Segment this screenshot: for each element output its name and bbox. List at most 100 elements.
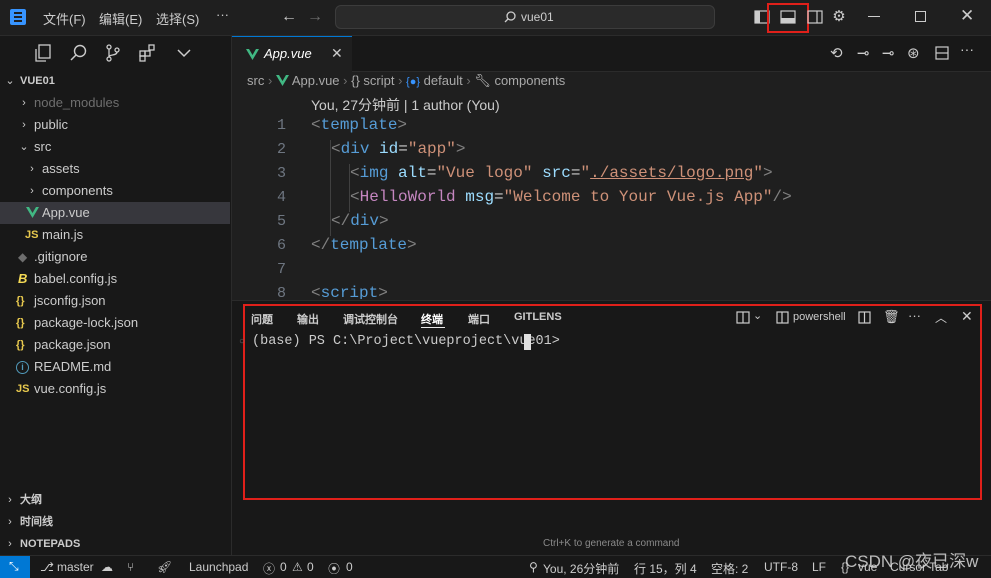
tree-item-gitignore[interactable]: ◆ .gitignore bbox=[0, 246, 230, 268]
remote-indicator[interactable]: ⤡ bbox=[0, 556, 30, 578]
menu-file[interactable]: 文件(F) bbox=[43, 9, 86, 28]
explorer-root-vue01[interactable]: ⌄ VUE01 bbox=[0, 70, 230, 92]
section-timeline[interactable]: › 时间线 bbox=[0, 511, 230, 533]
tree-item-jsconfig[interactable]: {} jsconfig.json bbox=[0, 290, 230, 312]
forward-arrow-icon[interactable]: → bbox=[307, 8, 323, 26]
code-line-6[interactable]: </template> bbox=[311, 236, 417, 254]
breadcrumb-default[interactable]: default bbox=[424, 73, 463, 88]
terminal-shell-name[interactable]: powershell bbox=[793, 311, 846, 323]
git-graph-icon[interactable]: ⊛ bbox=[907, 44, 920, 62]
back-arrow-icon[interactable]: ← bbox=[281, 8, 297, 26]
panel-tab-problems[interactable]: 问题 bbox=[251, 311, 273, 327]
chevron-down-icon[interactable] bbox=[176, 47, 192, 59]
code-line-4[interactable]: <HelloWorld msg="Welcome to Your Vue.js … bbox=[350, 188, 792, 206]
panel-tab-ports[interactable]: 端口 bbox=[468, 311, 490, 327]
search-view-icon[interactable] bbox=[70, 44, 88, 62]
maximize-panel-icon[interactable]: ︿ bbox=[935, 309, 947, 326]
more-actions-icon[interactable]: ··· bbox=[960, 41, 974, 57]
close-tab-icon[interactable]: ✕ bbox=[331, 45, 343, 62]
trash-icon[interactable]: 🗑︎ bbox=[883, 309, 900, 325]
settings-gear-icon[interactable]: ⚙ bbox=[830, 8, 848, 26]
code-line-5[interactable]: </div> bbox=[331, 212, 389, 230]
tree-root-label: VUE01 bbox=[20, 75, 55, 87]
tree-item-readme[interactable]: i README.md bbox=[0, 356, 230, 378]
launchpad-item[interactable]: Launchpad bbox=[189, 560, 248, 574]
chevron-right-icon: › bbox=[8, 538, 12, 550]
close-panel-icon[interactable]: ✕ bbox=[961, 308, 973, 325]
chevron-down-icon: ⌄ bbox=[19, 141, 29, 153]
warning-count[interactable]: 0 bbox=[307, 560, 314, 574]
error-count[interactable]: 0 bbox=[280, 560, 287, 574]
menu-more[interactable]: ··· bbox=[216, 7, 229, 22]
section-outline[interactable]: › 大纲 bbox=[0, 489, 230, 511]
tree-item-public[interactable]: › public bbox=[0, 114, 230, 136]
codelens-blame[interactable]: You, 27分钟前 | 1 author (You) bbox=[311, 95, 500, 115]
tree-item-assets[interactable]: › assets bbox=[0, 158, 230, 180]
breadcrumb-script[interactable]: {} script bbox=[351, 73, 394, 88]
sync-cloud-icon[interactable]: ☁ bbox=[101, 560, 113, 574]
line-number: 2 bbox=[276, 141, 286, 158]
line-blame[interactable]: You, 26分钟前 bbox=[543, 560, 619, 577]
toggle-secondary-sidebar-icon[interactable] bbox=[807, 9, 823, 25]
panel-tab-gitlens[interactable]: GITLENS bbox=[514, 311, 562, 323]
menu-selection[interactable]: 选择(S) bbox=[156, 9, 199, 28]
chevron-down-icon[interactable]: ⌄ bbox=[753, 309, 762, 322]
next-change-icon[interactable]: ⊸ bbox=[882, 44, 895, 62]
maximize-icon[interactable] bbox=[915, 11, 926, 22]
tree-item-babel-config[interactable]: B babel.config.js bbox=[0, 268, 230, 290]
tree-item-vue-config[interactable]: JS vue.config.js bbox=[0, 378, 230, 400]
tree-item-src[interactable]: ⌄ src bbox=[0, 136, 230, 158]
panel-tab-output[interactable]: 输出 bbox=[297, 311, 319, 327]
tree-item-components[interactable]: › components bbox=[0, 180, 230, 202]
tree-item-label: package.json bbox=[34, 337, 111, 352]
source-control-graph-icon[interactable]: ⑂ bbox=[127, 560, 134, 574]
search-icon bbox=[504, 11, 516, 23]
split-editor-icon[interactable] bbox=[935, 46, 949, 60]
git-commit-icon[interactable]: ⊸ bbox=[857, 44, 870, 62]
section-label: 大纲 bbox=[20, 494, 42, 506]
remote-icon: ⤡ bbox=[9, 559, 19, 573]
split-terminal-icon[interactable] bbox=[736, 311, 750, 324]
chevron-right-icon: › bbox=[267, 73, 276, 88]
person-icon: ⚲ bbox=[529, 560, 538, 574]
breadcrumb-src[interactable]: src bbox=[247, 73, 264, 88]
breadcrumb-file[interactable]: App.vue bbox=[292, 73, 340, 88]
code-line-1[interactable]: <template> bbox=[311, 116, 407, 134]
tree-item-app-vue[interactable]: App.vue bbox=[0, 202, 230, 224]
breadcrumb-components[interactable]: components bbox=[494, 73, 565, 88]
section-notepads[interactable]: › NOTEPADS bbox=[0, 533, 230, 555]
app-logo-icon bbox=[10, 9, 26, 25]
more-actions-icon[interactable]: ··· bbox=[908, 308, 921, 323]
extensions-icon[interactable] bbox=[139, 44, 157, 62]
explorer-files-icon[interactable] bbox=[34, 44, 52, 62]
terminal-icon bbox=[776, 311, 789, 324]
close-window-icon[interactable]: ✕ bbox=[960, 6, 974, 26]
code-line-8[interactable]: <script> bbox=[311, 284, 388, 299]
cursor-position[interactable]: 行 15，列 4 bbox=[634, 560, 697, 577]
code-line-3[interactable]: <img alt="Vue logo" src="./assets/logo.p… bbox=[350, 164, 773, 182]
command-center-search[interactable]: vue01 bbox=[335, 5, 715, 29]
tab-app-vue[interactable]: App.vue ✕ bbox=[232, 36, 352, 72]
code-line-2[interactable]: <div id="app"> bbox=[331, 140, 465, 158]
indentation[interactable]: 空格: 2 bbox=[711, 560, 748, 577]
panel-tab-terminal[interactable]: 终端 bbox=[421, 311, 443, 327]
timeline-compare-icon[interactable]: ⟲ bbox=[830, 44, 843, 62]
menu-edit[interactable]: 编辑(E) bbox=[99, 9, 142, 28]
minimize-icon[interactable] bbox=[868, 16, 880, 17]
chevron-right-icon: › bbox=[30, 163, 34, 175]
panel-tab-debug-console[interactable]: 调试控制台 bbox=[343, 311, 398, 327]
encoding[interactable]: UTF-8 bbox=[764, 560, 798, 574]
terminal-prompt[interactable]: (base) PS C:\Project\vueproject\vue01> bbox=[252, 334, 560, 349]
tree-item-package-json[interactable]: {} package.json bbox=[0, 334, 230, 356]
breadcrumb: src › App.vue › {} script › {●} default … bbox=[247, 73, 565, 91]
end-of-line[interactable]: LF bbox=[812, 560, 826, 574]
source-control-icon[interactable] bbox=[104, 44, 122, 62]
git-branch[interactable]: master bbox=[57, 560, 94, 574]
tree-item-package-lock[interactable]: {} package-lock.json bbox=[0, 312, 230, 334]
toggle-panel-icon[interactable] bbox=[780, 9, 796, 25]
split-pane-icon[interactable] bbox=[858, 311, 871, 324]
chevron-right-icon: › bbox=[22, 119, 26, 131]
ports-count[interactable]: 0 bbox=[346, 560, 353, 574]
tree-item-node-modules[interactable]: › node_modules bbox=[0, 92, 230, 114]
tree-item-main-js[interactable]: JS main.js bbox=[0, 224, 230, 246]
